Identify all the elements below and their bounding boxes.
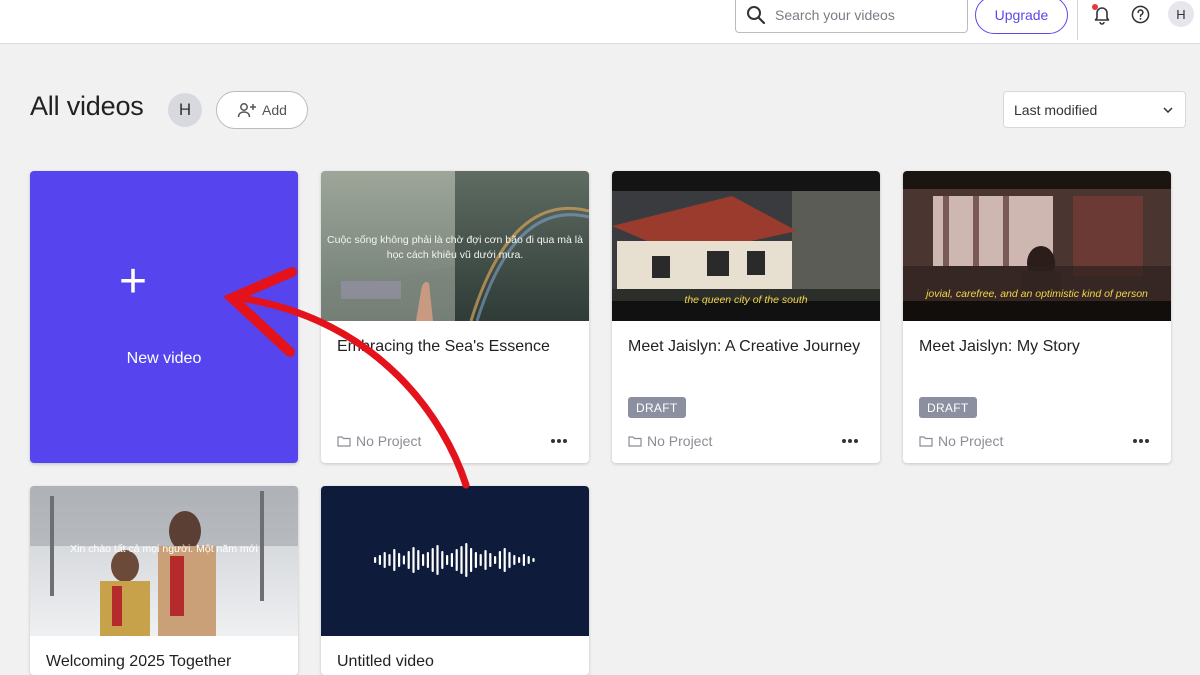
folder-icon <box>337 436 351 447</box>
project-label[interactable]: No Project <box>337 433 421 449</box>
video-title[interactable]: Meet Jaislyn: A Creative Journey <box>628 331 864 362</box>
project-name: No Project <box>647 433 713 449</box>
user-avatar[interactable]: H <box>1168 1 1194 27</box>
folder-icon <box>628 436 642 447</box>
more-icon[interactable] <box>551 439 567 443</box>
add-member-button[interactable]: Add <box>216 91 308 129</box>
thumbnail-caption: Xin chào tất cả mọi người. Một năm mới <box>70 543 258 555</box>
sort-value: Last modified <box>1014 101 1098 118</box>
video-thumbnail[interactable]: the queen city of the south <box>612 171 880 321</box>
search-box[interactable] <box>735 0 968 33</box>
status-badge: DRAFT <box>628 397 686 418</box>
status-badge: DRAFT <box>919 397 977 418</box>
top-bar: Upgrade H <box>0 0 1200 44</box>
video-card[interactable]: Cuộc sống không phải là chờ đợi cơn bão … <box>321 171 589 463</box>
more-icon[interactable] <box>1133 439 1149 443</box>
page-title: All videos <box>30 91 144 121</box>
project-name: No Project <box>356 433 422 449</box>
help-icon[interactable] <box>1131 5 1150 24</box>
sort-select[interactable]: Last modified <box>1003 91 1186 128</box>
more-icon[interactable] <box>842 439 858 443</box>
video-title[interactable]: Embracing the Sea's Essence <box>337 331 573 362</box>
video-thumbnail[interactable] <box>321 486 589 636</box>
add-user-icon <box>237 103 257 118</box>
video-title[interactable]: Meet Jaislyn: My Story <box>919 331 1155 362</box>
video-thumbnail[interactable]: jovial, carefree, and an optimistic kind… <box>903 171 1171 321</box>
new-video-label: New video <box>126 350 202 367</box>
video-card[interactable]: Xin chào tất cả mọi người. Một năm mới W… <box>30 486 298 675</box>
thumbnail-caption: Cuộc sống không phải là chờ đợi cơn bão … <box>327 234 583 261</box>
search-input[interactable] <box>775 6 955 23</box>
folder-icon <box>919 436 933 447</box>
member-avatar[interactable]: H <box>168 93 202 127</box>
project-label[interactable]: No Project <box>628 433 712 449</box>
waveform-icon <box>374 543 535 577</box>
project-label[interactable]: No Project <box>919 433 1003 449</box>
project-name: No Project <box>938 433 1004 449</box>
chevron-down-icon <box>1163 106 1173 113</box>
video-title[interactable]: Untitled video <box>337 646 573 675</box>
notification-dot <box>1092 4 1098 10</box>
thumbnail-caption: jovial, carefree, and an optimistic kind… <box>926 288 1148 300</box>
new-video-card[interactable] <box>30 171 298 463</box>
add-label: Add <box>262 102 287 118</box>
plus-icon: + <box>119 255 148 308</box>
search-icon <box>747 5 766 24</box>
video-thumbnail[interactable]: Xin chào tất cả mọi người. Một năm mới <box>30 486 298 636</box>
video-thumbnail[interactable]: Cuộc sống không phải là chờ đợi cơn bão … <box>321 171 589 321</box>
winter-couple-image <box>30 486 298 636</box>
video-card[interactable]: Untitled video <box>321 486 589 675</box>
thumbnail-caption: the queen city of the south <box>684 294 808 306</box>
video-card[interactable]: the queen city of the south Meet Jaislyn… <box>612 171 880 463</box>
video-title[interactable]: Welcoming 2025 Together <box>46 646 282 675</box>
video-card[interactable]: jovial, carefree, and an optimistic kind… <box>903 171 1171 463</box>
divider <box>1077 0 1078 40</box>
upgrade-button[interactable]: Upgrade <box>975 0 1068 34</box>
